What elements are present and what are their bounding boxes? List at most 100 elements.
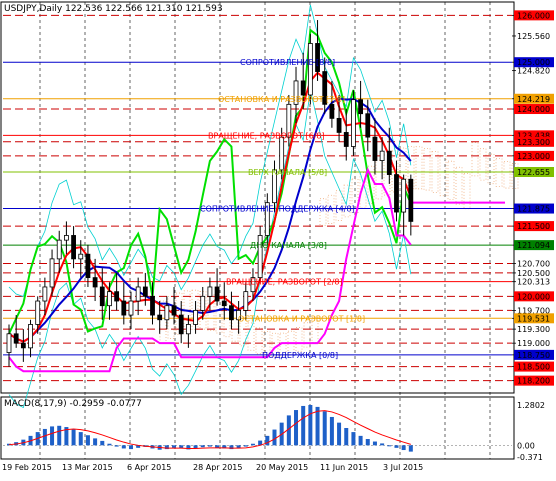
price-tick-15: 120.313 (517, 278, 550, 287)
candle-body-42 (307, 43, 313, 96)
macd-bar-55 (401, 445, 406, 451)
price-tick-12: 121.094 (517, 241, 550, 250)
candle-body-14 (107, 291, 112, 307)
candle-body-0 (6, 333, 12, 353)
time-label-5: 11 Jun 2015 (320, 463, 368, 472)
price-tick-0: 126.000 (517, 11, 550, 20)
macd-tick-2: -0.371 (517, 453, 543, 462)
candle-body-46 (336, 117, 342, 133)
candle-body-9 (71, 235, 76, 260)
macd-bar-28 (207, 445, 212, 447)
candle-body-25 (185, 324, 191, 335)
price-tick-9: 122.655 (517, 168, 550, 177)
price-tick-13: 120.700 (517, 260, 550, 269)
price-tick-11: 121.500 (517, 222, 550, 231)
macd-bar-54 (394, 445, 399, 448)
macd-bar-15 (114, 445, 119, 447)
macd-bar-13 (100, 440, 105, 446)
candle-body-52 (379, 150, 385, 161)
macd-bar-7 (57, 425, 62, 446)
murray-label-5: ДНО КАНАЛА [3/8] (250, 241, 327, 250)
macd-tick-1: 0.00 (517, 441, 535, 450)
macd-bar-44 (322, 411, 327, 446)
macd-bar-41 (301, 405, 306, 446)
time-axis: 19 Feb 2015 13 Mar 2015 6 Apr 2015 28 Apr 2… (2, 463, 423, 472)
price-tick-8: 123.000 (517, 152, 550, 161)
candle-body-6 (49, 258, 55, 288)
candle-body-41 (300, 80, 306, 96)
macd-bar-14 (107, 443, 112, 446)
candle-body-47 (343, 132, 349, 147)
symbol-header: USDJPY,Daily 122.536 122.566 121.310 121… (4, 4, 223, 14)
candle-body-11 (85, 253, 91, 279)
candle-body-55 (401, 178, 407, 213)
time-label-0: 19 Feb 2015 (2, 463, 52, 472)
macd-bar-12 (93, 438, 98, 446)
price-tick-1: 125.560 (517, 32, 550, 41)
price-tick-18: 119.531 (517, 314, 550, 323)
candle-body-28 (207, 286, 213, 297)
macd-bar-37 (272, 429, 277, 446)
chart-window[interactable]: СОПРОТИВЛЕНИЕ [8/8] ОСТАНОВКА И РАЗВОРОТ … (0, 0, 556, 477)
macd-bar-56 (408, 445, 413, 452)
candle-body-53 (386, 150, 392, 175)
candle-body-48 (351, 99, 356, 147)
candle-body-3 (28, 324, 33, 349)
candle-body-45 (329, 103, 335, 119)
price-tick-5: 124.000 (517, 105, 550, 114)
price-tick-20: 119.000 (517, 339, 550, 348)
price-tick-4: 124.219 (517, 95, 550, 104)
price-tick-19: 119.300 (517, 325, 550, 334)
macd-bar-27 (200, 445, 205, 448)
macd-bar-42 (308, 405, 313, 446)
price-tick-22: 118.500 (517, 363, 550, 372)
candle-body-54 (394, 174, 399, 213)
macd-bar-6 (50, 426, 55, 446)
candle-body-15 (114, 291, 120, 302)
candle-body-16 (121, 300, 127, 316)
candle-body-33 (243, 291, 249, 311)
macd-bar-11 (85, 435, 90, 446)
candle-body-8 (64, 235, 69, 241)
candle-body-18 (135, 286, 141, 302)
chart-canvas[interactable]: СОПРОТИВЛЕНИЕ [8/8] ОСТАНОВКА И РАЗВОРОТ … (0, 0, 556, 477)
macd-bar-33 (243, 445, 248, 447)
candle-body-10 (78, 253, 84, 260)
price-tick-21: 118.750 (517, 351, 550, 360)
candle-body-1 (13, 333, 19, 344)
candle-body-56 (408, 178, 414, 222)
macd-bar-51 (372, 441, 377, 446)
murray-label-4: СОПРОТИВЛЕНИЕ, ПОДДЕРЖКА [4/8] (200, 205, 355, 214)
murray-label-3: ВЕРХ КАНАЛА [5/8] (248, 168, 327, 177)
macd-bar-43 (315, 406, 320, 446)
time-label-2: 6 Apr 2015 (127, 463, 171, 472)
macd-bar-34 (250, 443, 255, 446)
candle-body-24 (178, 314, 184, 335)
candle-body-5 (42, 286, 48, 302)
candle-body-17 (128, 300, 134, 316)
candle-body-27 (200, 295, 206, 311)
murray-label-0: СОПРОТИВЛЕНИЕ [8/8] (240, 58, 335, 67)
macd-bar-52 (380, 443, 385, 446)
macd-bar-50 (365, 439, 370, 446)
price-tick-16: 120.000 (517, 292, 550, 301)
candle-body-21 (157, 314, 163, 321)
macd-bar-17 (128, 445, 133, 450)
macd-bar-49 (358, 435, 363, 446)
candle-body-31 (229, 305, 234, 321)
candle-body-7 (56, 239, 62, 260)
candle-body-50 (365, 113, 371, 138)
macd-bar-40 (294, 410, 299, 446)
macd-bar-46 (337, 422, 342, 446)
time-label-3: 28 Apr 2015 (193, 463, 242, 472)
price-tick-14: 120.500 (517, 269, 550, 278)
candle-body-30 (221, 300, 227, 307)
macd-header: MACD(8,17,9) -0.2959 -0.0777 (4, 399, 142, 409)
macd-bar-5 (42, 428, 47, 446)
candle-body-19 (142, 286, 148, 297)
macd-bar-16 (121, 445, 126, 449)
murray-label-7: ОСТАНОВКА И РАЗВОРОТ [1/8] (238, 314, 365, 323)
price-tick-7: 123.300 (517, 138, 550, 147)
candle-body-12 (92, 277, 98, 288)
candle-body-26 (193, 309, 198, 325)
